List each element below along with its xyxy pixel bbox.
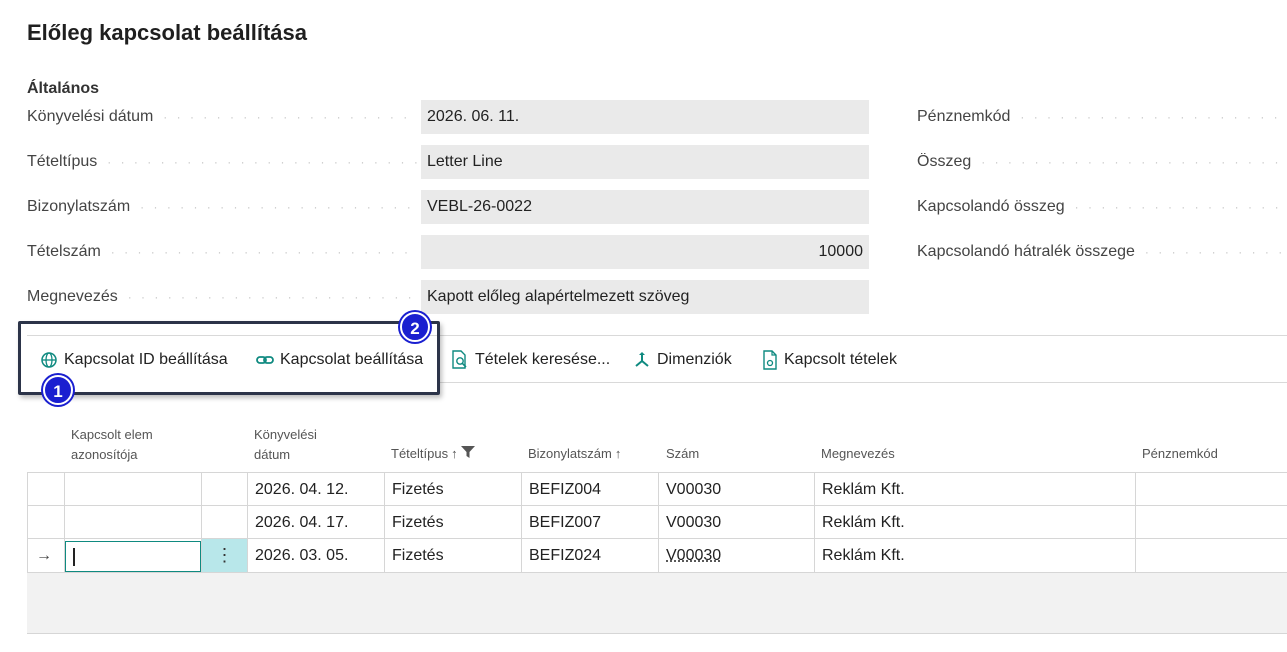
document-icon <box>762 350 778 370</box>
find-entries-label: Tételek keresése... <box>475 351 611 368</box>
posting-date-label: Könyvelési dátum · · · · · · · · · · · · … <box>27 108 417 125</box>
highlight-frame <box>18 321 440 395</box>
posting-date-cell[interactable]: 2026. 04. 12. <box>255 473 348 506</box>
dimensions-button[interactable]: Dimenziók <box>633 348 732 372</box>
posting-date-cell[interactable]: 2026. 04. 17. <box>255 506 348 539</box>
number-cell[interactable]: V00030 <box>666 506 721 539</box>
action-bar-bottom-divider <box>440 382 1287 383</box>
grid-line <box>521 472 522 572</box>
grid-line <box>27 472 1287 473</box>
posting-date-field[interactable]: 2026. 06. 11. <box>421 100 869 134</box>
linked-entries-button[interactable]: Kapcsolt tételek <box>762 348 897 372</box>
grid-line <box>814 472 815 572</box>
col-header-linked-id[interactable]: Kapcsolt elem azonosítója <box>71 425 153 465</box>
document-no-field[interactable]: VEBL-26-0022 <box>421 190 869 224</box>
posting-date-cell[interactable]: 2026. 03. 05. <box>255 539 348 572</box>
amount-to-link-label: Kapcsolandó összeg · · · · · · · · · · · … <box>917 198 1287 215</box>
col-header-entry-type[interactable]: Tételtípus ↑ <box>391 444 475 464</box>
filter-icon <box>460 444 475 464</box>
row-menu-button[interactable]: ⋮ <box>202 539 247 572</box>
amount-label: Összeg · · · · · · · · · · · · · · · · · … <box>917 153 1287 170</box>
number-cell[interactable]: V00030 <box>666 473 721 506</box>
grid-empty-area <box>27 573 1287 634</box>
document-no-label: Bizonylatszám · · · · · · · · · · · · · ·… <box>27 198 417 215</box>
number-cell-link[interactable]: V00030 <box>666 539 721 572</box>
col-header-description[interactable]: Megnevezés <box>821 444 895 464</box>
currency-code-label: Pénznemkód · · · · · · · · · · · · · · · … <box>917 108 1287 125</box>
document-no-cell[interactable]: BEFIZ024 <box>529 539 601 572</box>
entry-type-cell[interactable]: Fizetés <box>392 506 444 539</box>
description-label: Megnevezés · · · · · · · · · · · · · · · … <box>27 288 417 305</box>
grid-line <box>658 472 659 572</box>
col-header-number[interactable]: Szám <box>666 444 699 464</box>
grid-line <box>247 472 248 572</box>
grid-line <box>1135 472 1136 572</box>
text-cursor <box>73 548 75 566</box>
entry-type-cell[interactable]: Fizetés <box>392 539 444 572</box>
col-header-currency[interactable]: Pénznemkód <box>1142 444 1218 464</box>
step-badge-2: 2 <box>400 312 430 342</box>
section-general-heading[interactable]: Általános <box>27 80 99 98</box>
grid-line <box>27 472 28 572</box>
line-no-field[interactable]: 10000 <box>421 235 869 269</box>
grid-line <box>27 505 1287 506</box>
description-cell[interactable]: Reklám Kft. <box>822 506 905 539</box>
sort-ascending-icon: ↑ <box>451 446 458 461</box>
line-no-label: Tételszám · · · · · · · · · · · · · · · ·… <box>27 243 417 260</box>
sort-ascending-icon: ↑ <box>614 446 622 461</box>
find-entries-button[interactable]: Tételek keresése... <box>451 348 610 372</box>
linked-entries-label: Kapcsolt tételek <box>784 351 897 368</box>
remaining-amount-to-link-label: Kapcsolandó hátralék összege · · · · · · … <box>917 243 1287 260</box>
dimensions-icon <box>633 351 651 369</box>
entry-type-field[interactable]: Letter Line <box>421 145 869 179</box>
dimensions-label: Dimenziók <box>657 351 732 368</box>
document-no-cell[interactable]: BEFIZ004 <box>529 473 601 506</box>
linked-id-input[interactable] <box>65 541 201 572</box>
description-cell[interactable]: Reklám Kft. <box>822 539 905 572</box>
document-no-cell[interactable]: BEFIZ007 <box>529 506 601 539</box>
page-title: Előleg kapcsolat beállítása <box>27 20 308 45</box>
grid-line <box>384 472 385 572</box>
description-cell[interactable]: Reklám Kft. <box>822 473 905 506</box>
find-entries-icon <box>451 350 469 370</box>
entry-type-label: Tételtípus · · · · · · · · · · · · · · · … <box>27 153 417 170</box>
step-badge-1: 1 <box>43 375 73 405</box>
col-header-document-no[interactable]: Bizonylatszám ↑ <box>528 444 621 464</box>
col-header-posting-date[interactable]: Könyvelési dátum <box>254 425 317 465</box>
description-field[interactable]: Kapott előleg alapértelmezett szöveg <box>421 280 869 314</box>
entry-type-cell[interactable]: Fizetés <box>392 473 444 506</box>
row-arrow-icon: → <box>36 547 52 564</box>
